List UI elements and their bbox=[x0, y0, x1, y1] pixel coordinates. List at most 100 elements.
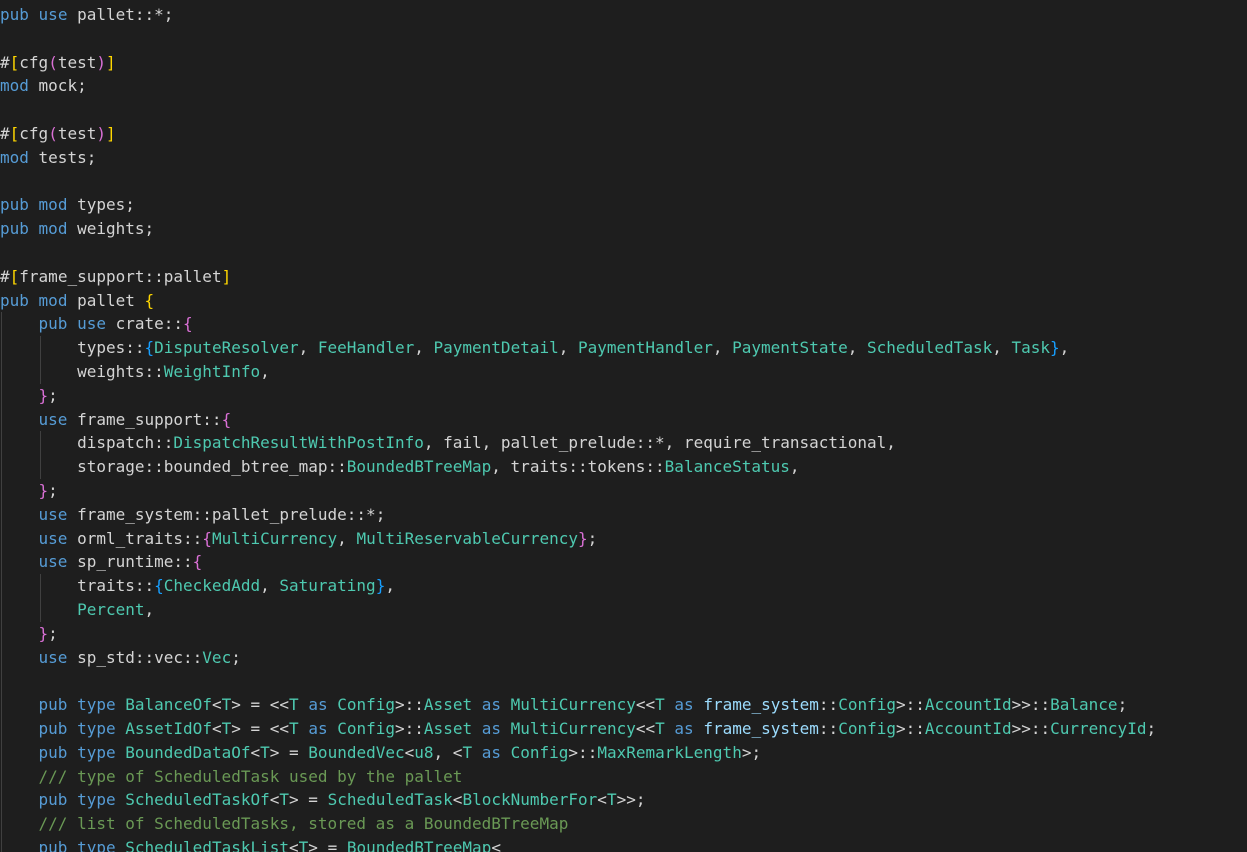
code-line[interactable]: types::{DisputeResolver, FeeHandler, Pay… bbox=[0, 336, 1156, 360]
token-ident bbox=[67, 838, 77, 852]
code-line[interactable]: pub mod types; bbox=[0, 193, 1156, 217]
code-line[interactable]: mod tests; bbox=[0, 146, 1156, 170]
token-type: BoundedVec bbox=[308, 742, 405, 762]
indent-guide bbox=[39, 597, 41, 622]
token-ident bbox=[472, 743, 482, 762]
token-ident bbox=[501, 743, 511, 762]
token-ident: ; bbox=[48, 385, 58, 405]
token-keyword: as bbox=[308, 718, 328, 738]
token-type: T bbox=[260, 742, 270, 762]
token-keyword: as bbox=[674, 718, 694, 738]
token-ident bbox=[116, 719, 126, 738]
code-line[interactable]: weights::WeightInfo, bbox=[0, 359, 1156, 384]
indent-guide bbox=[1, 669, 2, 694]
code-line[interactable]: #[frame_support::pallet] bbox=[0, 265, 1156, 289]
token-keyword: pub bbox=[38, 790, 68, 810]
code-line[interactable]: #[cfg(test)] bbox=[0, 51, 1156, 75]
token-keyword: use bbox=[38, 528, 68, 548]
code-line[interactable]: use frame_support::{ bbox=[0, 407, 1156, 432]
code-line[interactable]: use orml_traits::{MultiCurrency, MultiRe… bbox=[0, 526, 1156, 551]
code-line[interactable]: pub type ScheduledTaskOf<T> = ScheduledT… bbox=[0, 788, 1156, 813]
code-line[interactable]: traits::{CheckedAdd, Saturating}, bbox=[0, 574, 1156, 598]
code-line[interactable]: use sp_runtime::{ bbox=[0, 550, 1156, 575]
token-ident: weights; bbox=[67, 219, 155, 239]
token-keyword: mod bbox=[0, 76, 29, 96]
token-type: AccountId bbox=[924, 695, 1012, 715]
indent-guide bbox=[1, 478, 2, 503]
token-ident: ; bbox=[1146, 718, 1157, 738]
code-line[interactable]: Percent, bbox=[0, 597, 1156, 622]
token-ident: sp_runtime:: bbox=[67, 552, 193, 572]
token-brace2: { bbox=[202, 528, 212, 548]
code-line[interactable]: }; bbox=[0, 383, 1156, 408]
token-ident: < bbox=[211, 718, 222, 738]
token-keyword: mod bbox=[38, 195, 68, 215]
indent-guide bbox=[39, 359, 41, 384]
code-line[interactable]: /// list of ScheduledTasks, stored as a … bbox=[0, 812, 1156, 836]
token-keyword: type bbox=[77, 718, 116, 738]
code-line[interactable]: use frame_system::pallet_prelude::*; bbox=[0, 502, 1156, 527]
token-type: MultiCurrency bbox=[510, 695, 636, 715]
token-ident: tests; bbox=[28, 147, 97, 167]
token-ident bbox=[328, 719, 338, 738]
token-brace2: } bbox=[38, 623, 49, 643]
token-keyword: use bbox=[77, 314, 106, 334]
code-line[interactable]: use sp_std::vec::Vec; bbox=[0, 645, 1156, 670]
token-keyword: mod bbox=[0, 147, 29, 167]
code-line[interactable]: pub type BoundedDataOf<T> = BoundedVec<u… bbox=[0, 740, 1156, 765]
token-ident: > = << bbox=[231, 718, 290, 738]
token-ident: , traits::tokens:: bbox=[491, 457, 665, 477]
token-brace1: ] bbox=[106, 52, 116, 72]
code-line[interactable]: pub use pallet::*; bbox=[0, 3, 1156, 27]
code-line[interactable]: pub use crate::{ bbox=[0, 312, 1156, 337]
token-ident: > = bbox=[308, 837, 347, 852]
token-ident: >; bbox=[741, 742, 762, 762]
indent-guide bbox=[1, 312, 2, 337]
token-keyword: pub bbox=[38, 837, 68, 852]
code-line[interactable]: #[cfg(test)] bbox=[0, 122, 1156, 146]
code-line[interactable]: /// type of ScheduledTask used by the pa… bbox=[0, 764, 1156, 789]
token-type: MultiCurrency bbox=[510, 718, 636, 738]
token-ident: < bbox=[250, 742, 261, 762]
token-type: Saturating bbox=[279, 576, 376, 596]
token-brace1: [ bbox=[9, 123, 20, 143]
code-line[interactable] bbox=[0, 27, 1156, 51]
token-type: T bbox=[655, 695, 665, 715]
token-type: T bbox=[289, 695, 299, 715]
code-line[interactable]: }; bbox=[0, 621, 1156, 646]
code-line[interactable]: }; bbox=[0, 478, 1156, 503]
token-type: Config bbox=[510, 742, 569, 762]
token-ident: crate:: bbox=[105, 314, 184, 334]
code-editor[interactable]: pub use pallet::*; #[cfg(test)] mod mock; #… bbox=[0, 0, 1247, 852]
token-keyword: type bbox=[77, 742, 116, 762]
token-type: T bbox=[289, 718, 299, 738]
token-ident: ; bbox=[587, 528, 598, 548]
token-ident: sp_std::vec:: bbox=[67, 647, 203, 667]
token-var: frame_system bbox=[703, 695, 819, 715]
code-line[interactable] bbox=[0, 98, 1156, 122]
token-keyword: type bbox=[77, 695, 116, 715]
code-line[interactable] bbox=[0, 241, 1156, 265]
code-line[interactable] bbox=[0, 669, 1156, 694]
code-line[interactable]: storage::bounded_btree_map::BoundedBTree… bbox=[0, 455, 1156, 479]
code-area[interactable]: pub use pallet::*; #[cfg(test)] mod mock; #… bbox=[0, 3, 1156, 852]
token-ident bbox=[29, 5, 39, 24]
code-line[interactable]: pub type AssetIdOf<T> = <<T as Config>::… bbox=[0, 716, 1157, 741]
token-brace2: ) bbox=[96, 52, 106, 72]
token-keyword: mod bbox=[38, 219, 68, 239]
code-line[interactable] bbox=[0, 170, 1156, 194]
token-type: CurrencyId bbox=[1050, 718, 1147, 738]
token-ident: >:: bbox=[895, 695, 925, 715]
code-line[interactable]: pub mod weights; bbox=[0, 217, 1156, 241]
code-line[interactable]: mod mock; bbox=[0, 74, 1156, 98]
code-line[interactable]: pub mod pallet { bbox=[0, 289, 1156, 313]
token-ident: >>:: bbox=[1011, 695, 1051, 715]
token-keyword: as bbox=[674, 695, 694, 715]
code-line[interactable]: dispatch::DispatchResultWithPostInfo, fa… bbox=[0, 431, 1156, 456]
code-line[interactable]: pub type ScheduledTaskList<T> = BoundedB… bbox=[0, 835, 1156, 852]
token-keyword: as bbox=[308, 695, 328, 715]
code-line[interactable]: pub type BalanceOf<T> = <<T as Config>::… bbox=[0, 693, 1156, 717]
